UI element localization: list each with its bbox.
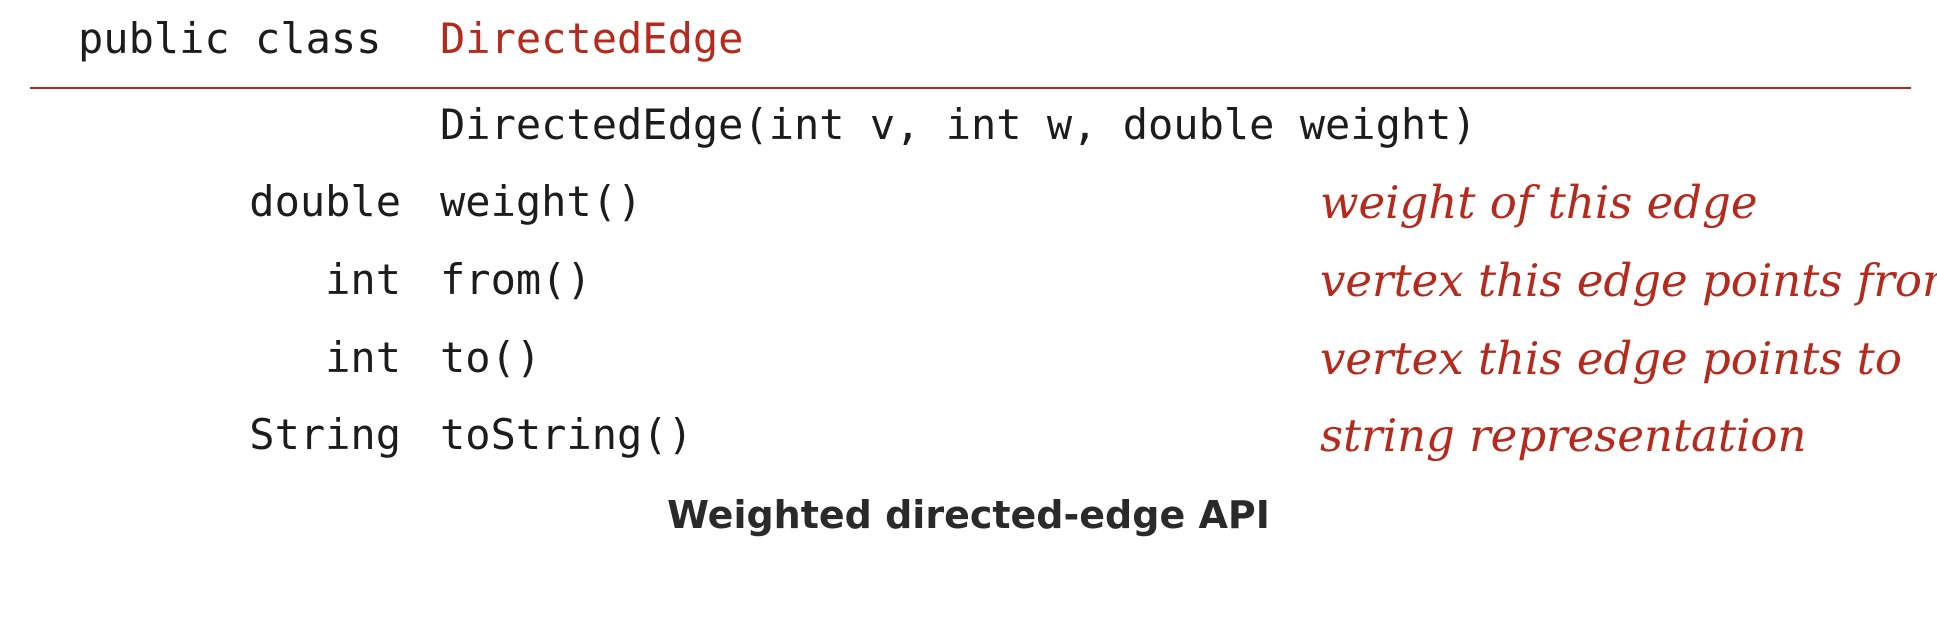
- method-return-type: String: [249, 410, 401, 459]
- method-description: weight of this edge: [1320, 176, 1758, 229]
- method-signature: toString(): [440, 410, 693, 459]
- method-description: vertex this edge points from: [1320, 254, 1937, 307]
- class-declaration-keywords: public class: [78, 14, 382, 63]
- method-row-from: int from() vertex this edge points from: [0, 254, 1937, 315]
- method-row-to: int to() vertex this edge points to: [0, 332, 1937, 393]
- method-return-type: int: [325, 255, 401, 304]
- method-row-tostring: String toString() string representation: [0, 409, 1937, 470]
- constructor-row: DirectedEdge(int v, int w, double weight…: [0, 104, 1937, 160]
- constructor-signature: DirectedEdge(int v, int w, double weight…: [440, 100, 1477, 149]
- method-return-type: double: [249, 177, 401, 226]
- figure-caption: Weighted directed-edge API: [667, 493, 1270, 537]
- method-description: string representation: [1320, 409, 1807, 462]
- class-name: DirectedEdge: [440, 14, 744, 63]
- method-return-type: int: [325, 333, 401, 382]
- method-signature: to(): [440, 333, 542, 382]
- api-header: public class DirectedEdge: [78, 18, 743, 74]
- method-row-weight: double weight() weight of this edge: [0, 176, 1937, 237]
- api-table: public class DirectedEdge DirectedEdge(i…: [0, 0, 1937, 557]
- method-description: vertex this edge points to: [1320, 332, 1902, 385]
- method-signature: from(): [440, 255, 592, 304]
- method-signature: weight(): [440, 177, 643, 226]
- header-divider: [30, 87, 1911, 89]
